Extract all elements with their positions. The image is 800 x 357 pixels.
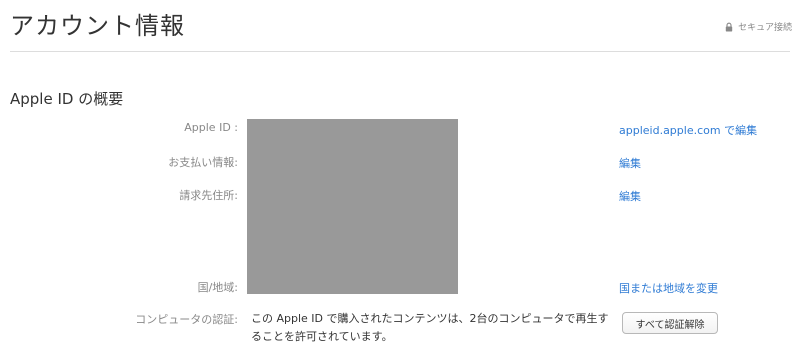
section-heading: Apple ID の概要 (10, 90, 124, 108)
authorization-description: この Apple ID で購入されたコンテンツは、2台のコンピュータで再生するこ… (251, 312, 609, 343)
redacted-account-details (247, 119, 458, 294)
edit-billing-link[interactable]: 編集 (619, 188, 641, 204)
deauthorize-all-button[interactable]: すべて認証解除 (622, 312, 718, 334)
computer-authorization-label: コンピュータの認証: (135, 313, 238, 326)
edit-payment-link[interactable]: 編集 (619, 155, 641, 171)
lock-icon (725, 22, 733, 31)
page-title: アカウント情報 (10, 12, 185, 40)
header-divider (10, 51, 790, 52)
apple-id-label: Apple ID : (184, 121, 238, 134)
edit-at-appleid-link[interactable]: appleid.apple.com で編集 (619, 122, 757, 138)
change-country-link[interactable]: 国または地域を変更 (619, 280, 718, 296)
secure-connection-label: セキュア接続 (738, 23, 792, 33)
country-region-label: 国/地域: (197, 281, 238, 294)
billing-address-label: 請求先住所: (179, 189, 238, 202)
payment-info-label: お支払い情報: (168, 156, 238, 169)
secure-connection-indicator: セキュア接続 (724, 20, 792, 33)
